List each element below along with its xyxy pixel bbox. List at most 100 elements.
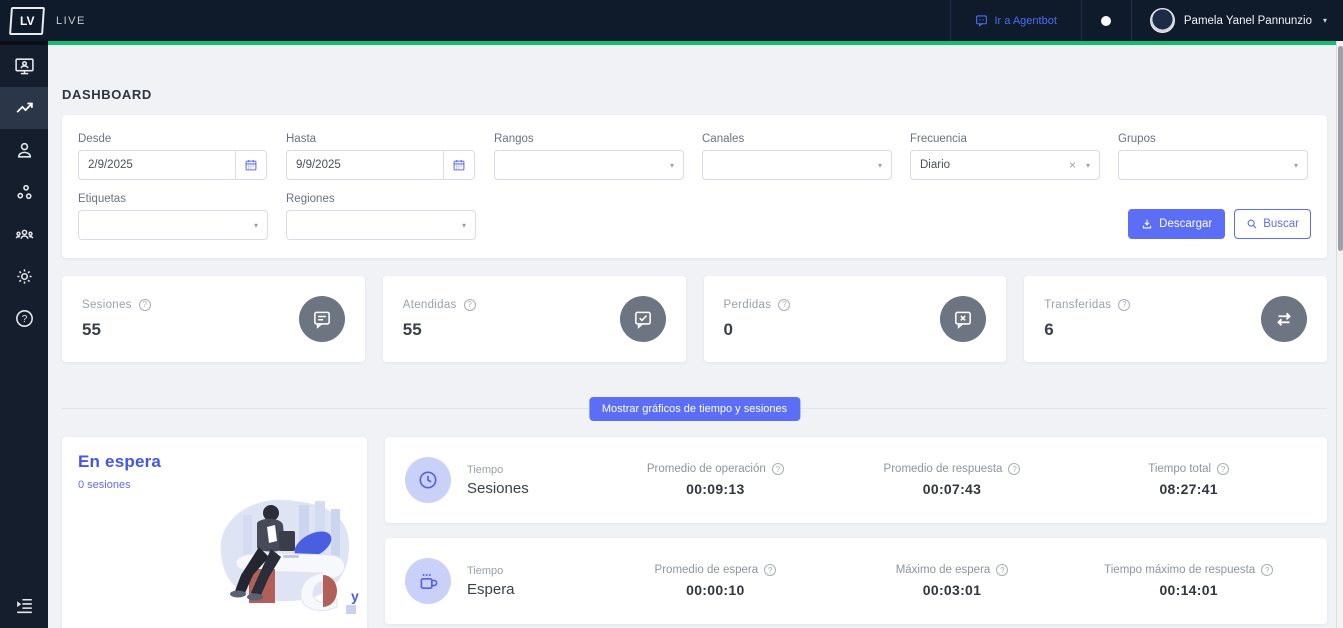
sidebar-item-settings[interactable] bbox=[0, 255, 48, 297]
filter-frecuencia: Frecuencia Diario × ▾ bbox=[910, 133, 1100, 180]
grupos-select[interactable]: ▾ bbox=[1118, 150, 1308, 180]
user-menu[interactable]: Pamela Yanel Pannunzio ▾ bbox=[1131, 0, 1343, 41]
waiting-illustration: y bbox=[191, 475, 363, 625]
section-divider: Mostrar gráficos de tiempo y sesiones bbox=[62, 408, 1327, 409]
nodes-icon bbox=[14, 182, 35, 203]
time-cards: Tiempo Sesiones Promedio de operación ? … bbox=[385, 437, 1327, 628]
metric-tiempo-maximo-respuesta: Tiempo máximo de respuesta ? 00:14:01 bbox=[1070, 564, 1307, 598]
clock-icon bbox=[405, 457, 451, 503]
canales-label: Canales bbox=[702, 133, 892, 145]
page-scrollbar[interactable] bbox=[1336, 41, 1343, 628]
metric-label: Tiempo total bbox=[1148, 463, 1211, 475]
metric-value: 00:03:01 bbox=[923, 582, 981, 598]
chevron-down-icon: ▾ bbox=[462, 221, 466, 230]
help-icon[interactable]: ? bbox=[1118, 299, 1130, 311]
collapse-menu-icon bbox=[14, 595, 35, 616]
filters-row-2: Etiquetas ▾ Regiones ▾ Descargar bbox=[78, 193, 1311, 240]
accent-divider bbox=[0, 41, 1343, 45]
sidebar: ? bbox=[0, 45, 48, 628]
metric-value: 00:14:01 bbox=[1159, 582, 1217, 598]
monitor-user-icon bbox=[14, 56, 35, 77]
metric-value: 00:00:10 bbox=[686, 582, 744, 598]
svg-text:y: y bbox=[351, 588, 359, 604]
metric-promedio-espera: Promedio de espera ? 00:00:10 bbox=[597, 564, 834, 598]
hasta-label: Hasta bbox=[286, 133, 476, 145]
help-icon[interactable]: ? bbox=[1261, 564, 1273, 576]
etiquetas-select[interactable]: ▾ bbox=[78, 210, 268, 240]
frecuencia-value: Diario bbox=[920, 159, 950, 171]
etiquetas-label: Etiquetas bbox=[78, 193, 268, 205]
help-icon[interactable]: ? bbox=[139, 299, 151, 311]
descargar-button[interactable]: Descargar bbox=[1128, 209, 1225, 239]
sidebar-item-monitor[interactable] bbox=[0, 45, 48, 87]
stat-label: Atendidas bbox=[403, 299, 457, 311]
group-icon bbox=[14, 224, 35, 245]
sidebar-item-users[interactable] bbox=[0, 129, 48, 171]
time-kicker: Tiempo bbox=[467, 565, 597, 577]
metric-value: 08:27:41 bbox=[1159, 481, 1217, 497]
chat-lines-icon bbox=[299, 296, 345, 342]
help-icon[interactable]: ? bbox=[778, 299, 790, 311]
accent-divider-corner bbox=[0, 41, 48, 45]
frecuencia-select[interactable]: Diario × ▾ bbox=[910, 150, 1100, 180]
sidebar-item-nodes[interactable] bbox=[0, 171, 48, 213]
help-icon[interactable]: ? bbox=[764, 564, 776, 576]
rangos-label: Rangos bbox=[494, 133, 684, 145]
tiempo-sesiones-card: Tiempo Sesiones Promedio de operación ? … bbox=[385, 437, 1327, 523]
desde-input[interactable] bbox=[78, 150, 236, 180]
help-icon[interactable]: ? bbox=[1008, 463, 1020, 475]
metric-label: Tiempo máximo de respuesta bbox=[1104, 564, 1255, 576]
sidebar-item-help[interactable]: ? bbox=[0, 297, 48, 339]
filter-hasta: Hasta bbox=[286, 133, 476, 180]
bottom-row: En espera 0 sesiones y bbox=[62, 437, 1327, 628]
chevron-down-icon: ▾ bbox=[878, 161, 882, 170]
hasta-calendar-button[interactable] bbox=[444, 150, 475, 180]
help-icon[interactable]: ? bbox=[1217, 463, 1229, 475]
stat-label: Transferidas bbox=[1044, 299, 1111, 311]
metric-label: Máximo de espera bbox=[896, 564, 991, 576]
help-icon[interactable]: ? bbox=[464, 299, 476, 311]
buscar-button[interactable]: Buscar bbox=[1234, 209, 1311, 239]
filter-regiones: Regiones ▾ bbox=[286, 193, 476, 240]
chevron-down-icon: ▾ bbox=[1294, 161, 1298, 170]
metric-label: Promedio de espera bbox=[655, 564, 759, 576]
filter-desde: Desde bbox=[78, 133, 268, 180]
regiones-label: Regiones bbox=[286, 193, 476, 205]
regiones-select[interactable]: ▾ bbox=[286, 210, 476, 240]
sidebar-item-dashboard[interactable] bbox=[0, 87, 48, 129]
status-dot-section bbox=[1081, 0, 1131, 41]
desde-calendar-button[interactable] bbox=[236, 150, 267, 180]
chevron-down-icon: ▾ bbox=[1323, 16, 1327, 25]
chevron-down-icon: ▾ bbox=[670, 161, 674, 170]
chat-x-icon bbox=[940, 296, 986, 342]
main-content: DASHBOARD Desde Hasta bbox=[48, 45, 1336, 628]
calendar-icon bbox=[244, 158, 258, 172]
en-espera-title: En espera bbox=[78, 452, 351, 472]
metric-tiempo-total: Tiempo total ? 08:27:41 bbox=[1070, 463, 1307, 497]
scrollbar-thumb[interactable] bbox=[1338, 46, 1343, 251]
sidebar-collapse[interactable] bbox=[0, 584, 48, 626]
chat-square-icon bbox=[975, 14, 988, 27]
grupos-label: Grupos bbox=[1118, 133, 1308, 145]
help-icon[interactable]: ? bbox=[772, 463, 784, 475]
stat-value: 0 bbox=[724, 320, 791, 340]
agentbot-link[interactable]: Ir a Agentbot bbox=[950, 0, 1081, 41]
stat-label: Sesiones bbox=[82, 299, 132, 311]
metric-promedio-operacion: Promedio de operación ? 00:09:13 bbox=[597, 463, 834, 497]
agentbot-link-label: Ir a Agentbot bbox=[995, 15, 1057, 27]
clear-icon[interactable]: × bbox=[1069, 158, 1076, 172]
mostrar-graficos-button[interactable]: Mostrar gráficos de tiempo y sesiones bbox=[589, 397, 800, 421]
hasta-input[interactable] bbox=[286, 150, 444, 180]
chat-check-icon bbox=[620, 296, 666, 342]
canales-select[interactable]: ▾ bbox=[702, 150, 892, 180]
metric-value: 00:07:43 bbox=[923, 481, 981, 497]
rangos-select[interactable]: ▾ bbox=[494, 150, 684, 180]
buscar-button-label: Buscar bbox=[1263, 218, 1299, 230]
line-chart-icon bbox=[14, 98, 35, 119]
filter-etiquetas: Etiquetas ▾ bbox=[78, 193, 268, 240]
sidebar-item-groups[interactable] bbox=[0, 213, 48, 255]
time-kicker: Tiempo bbox=[467, 464, 597, 476]
descargar-button-label: Descargar bbox=[1159, 218, 1212, 230]
filter-canales: Canales ▾ bbox=[702, 133, 892, 180]
help-icon[interactable]: ? bbox=[996, 564, 1008, 576]
